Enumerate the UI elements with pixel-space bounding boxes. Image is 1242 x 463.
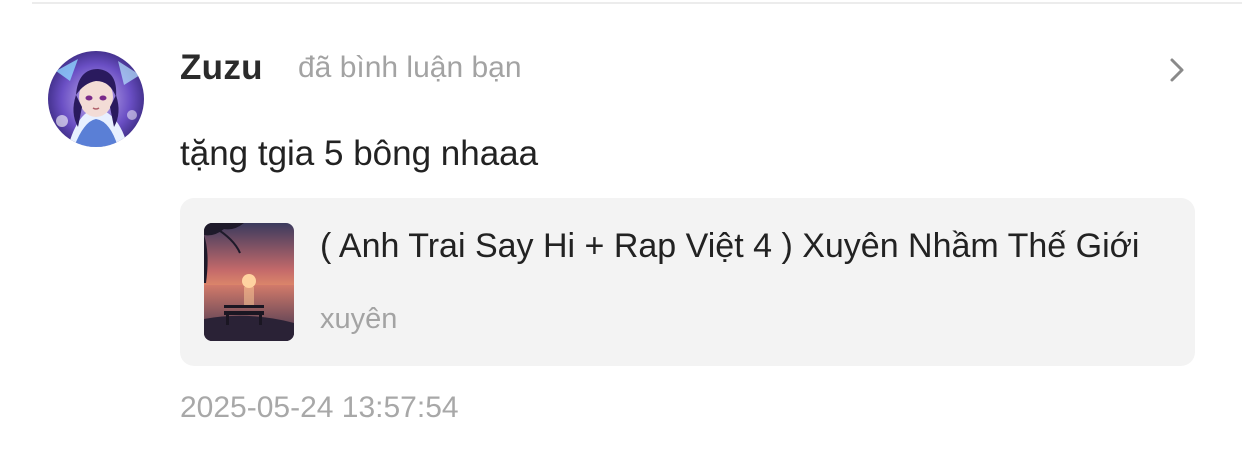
- top-divider: [32, 2, 1242, 4]
- song-card[interactable]: ( Anh Trai Say Hi + Rap Việt 4 ) Xuyên N…: [180, 198, 1195, 366]
- song-cover: [204, 223, 294, 341]
- timestamp: 2025-05-24 13:57:54: [180, 391, 459, 424]
- action-text: đã bình luận bạn: [298, 51, 522, 84]
- song-artist: xuyên: [320, 303, 398, 335]
- comment-text: tặng tgia 5 bông nhaaa: [180, 134, 539, 173]
- user-name[interactable]: Zuzu: [180, 46, 263, 90]
- anime-avatar-icon: [48, 51, 144, 147]
- user-avatar[interactable]: [48, 51, 144, 147]
- song-title: ( Anh Trai Say Hi + Rap Việt 4 ) Xuyên N…: [320, 227, 1140, 265]
- sunset-lake-cover-icon: [204, 223, 294, 341]
- chevron-right-icon[interactable]: [1164, 56, 1190, 84]
